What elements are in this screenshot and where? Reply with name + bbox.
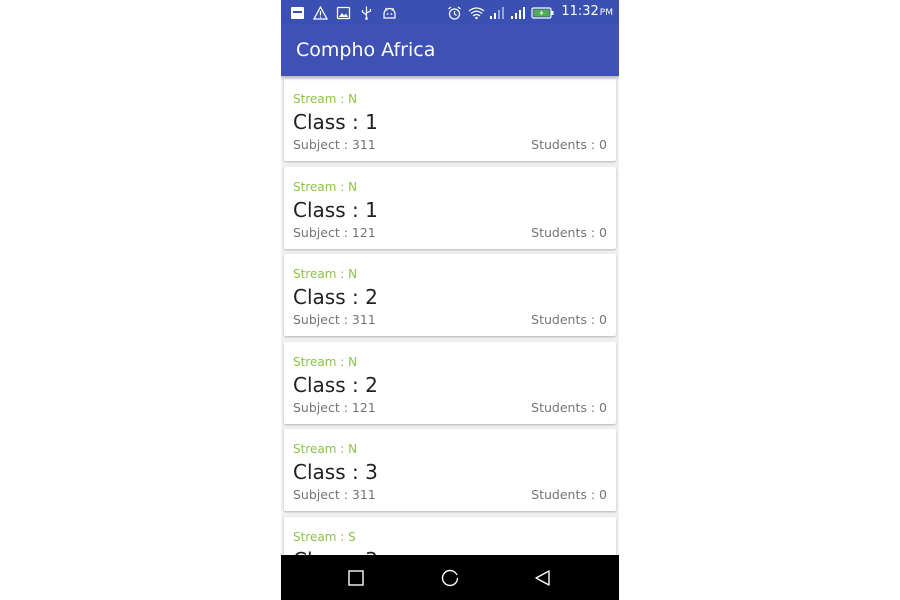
image-icon	[336, 5, 351, 20]
stream-label: Stream : N	[293, 92, 358, 106]
battery-charging-icon	[531, 5, 555, 19]
students-count: Students : 0	[531, 487, 607, 502]
clock: 11:32PM	[561, 3, 613, 19]
status-bar-right-icons: 11:32PM	[447, 4, 613, 20]
alarm-icon	[447, 5, 462, 20]
home-icon[interactable]	[440, 568, 460, 588]
class-card[interactable]: Stream : N Class : 3 Subject : 311 Stude…	[284, 429, 616, 511]
class-card[interactable]: Stream : N Class : 2 Subject : 121 Stude…	[284, 342, 616, 424]
class-card[interactable]: Stream : N Class : 1 Subject : 311 Stude…	[284, 79, 616, 161]
subject-label: Subject : 311	[293, 312, 376, 327]
class-label: Class : 3	[293, 460, 378, 484]
usb-icon	[359, 5, 374, 20]
students-count: Students : 0	[531, 137, 607, 152]
class-label: Class : 1	[293, 198, 378, 222]
class-card[interactable]: Stream : N Class : 1 Subject : 121 Stude…	[284, 167, 616, 249]
subject-label: Subject : 311	[293, 487, 376, 502]
status-bar-left-icons	[290, 4, 397, 20]
app-bar: Compho Africa	[281, 24, 619, 76]
navigation-bar	[281, 555, 619, 600]
android-debug-icon	[382, 5, 397, 19]
app-title: Compho Africa	[296, 39, 436, 61]
students-count: Students : 0	[531, 225, 607, 240]
stream-label: Stream : N	[293, 442, 358, 456]
subject-label: Subject : 311	[293, 137, 376, 152]
stream-label: Stream : N	[293, 180, 358, 194]
subject-label: Subject : 121	[293, 225, 376, 240]
wifi-icon	[468, 5, 485, 20]
class-label: Class : 3	[293, 547, 378, 555]
status-bar: 11:32PM	[281, 0, 619, 24]
recent-apps-icon[interactable]	[346, 568, 366, 588]
stream-label: Stream : S	[293, 530, 356, 544]
students-count: Students : 0	[531, 312, 607, 327]
class-label: Class : 2	[293, 373, 378, 397]
class-label: Class : 1	[293, 110, 378, 134]
back-icon[interactable]	[533, 568, 553, 588]
students-count: Students : 0	[531, 400, 607, 415]
notification-app-icon	[290, 5, 305, 19]
stream-label: Stream : N	[293, 355, 358, 369]
class-card[interactable]: Stream : N Class : 2 Subject : 311 Stude…	[284, 254, 616, 336]
subject-label: Subject : 121	[293, 400, 376, 415]
signal-icon	[510, 5, 526, 19]
warning-icon	[312, 5, 329, 20]
stream-label: Stream : N	[293, 267, 358, 281]
class-label: Class : 2	[293, 285, 378, 309]
phone-screen: 11:32PM Compho Africa Stream : N Class :…	[281, 0, 619, 600]
class-list[interactable]: Stream : N Class : 1 Subject : 311 Stude…	[281, 76, 619, 555]
class-card[interactable]: Stream : S Class : 3	[284, 517, 616, 555]
signal-icon	[489, 5, 505, 19]
